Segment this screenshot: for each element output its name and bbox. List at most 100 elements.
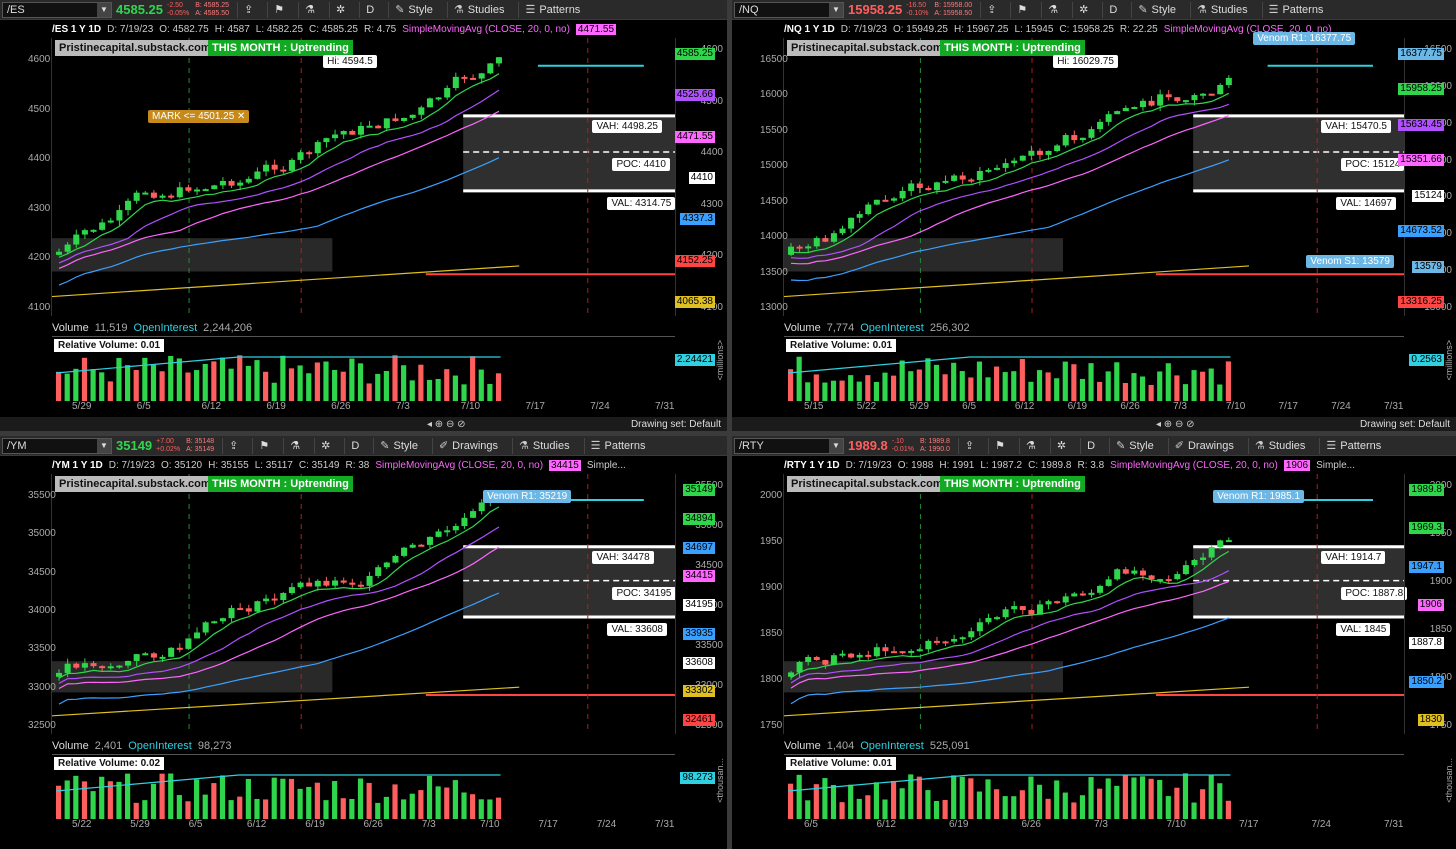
drawing-set-label[interactable]: Drawing set: Default	[1360, 419, 1450, 430]
relative-volume-badge: Relative Volume: 0.01	[786, 757, 897, 770]
period-button[interactable]: D	[1102, 1, 1123, 18]
open-interest-label: OpenInterest	[860, 740, 924, 752]
volume-bar	[340, 798, 346, 819]
volume-header: Volume 11,519 OpenInterest 2,244,206	[52, 320, 258, 336]
volume-bar	[357, 778, 364, 819]
info-high: H: 1991	[939, 459, 975, 471]
change-percent: -0.10%	[906, 9, 929, 17]
studies-button[interactable]: ⚗ Studies	[446, 1, 511, 18]
chevron-down-icon[interactable]: ▼	[97, 438, 111, 453]
patterns-button[interactable]: ☰ Patterns	[583, 437, 652, 454]
period-button[interactable]: D	[1080, 437, 1101, 454]
volume-bar	[959, 371, 965, 401]
flask-icon[interactable]: ⚗	[298, 1, 321, 18]
gear-icon[interactable]: ✲	[329, 1, 351, 18]
share-icon[interactable]: ⇪	[237, 1, 259, 18]
flask-icon[interactable]: ⚗	[283, 437, 306, 454]
volume-chart[interactable]: Relative Volume: 0.02	[52, 754, 675, 822]
bid-value: B: 35148	[186, 437, 215, 445]
flag-icon[interactable]: ⚑	[252, 437, 275, 454]
price-tag: 4410	[688, 172, 715, 184]
style-button[interactable]: ✎ Style	[1131, 1, 1182, 18]
candle-body	[323, 580, 330, 586]
studies-button[interactable]: ⚗ Studies	[1247, 437, 1312, 454]
symbol-selector[interactable]: /YM ▼	[2, 437, 112, 454]
drawing-set-label[interactable]: Drawing set: Default	[631, 419, 721, 430]
gear-icon[interactable]: ✲	[1072, 1, 1094, 18]
price-chart[interactable]: Pristinecapital.substack.com THIS MONTH :…	[51, 474, 688, 734]
candle-body	[332, 134, 339, 139]
chevron-down-icon[interactable]: ▼	[829, 438, 843, 453]
time-axis[interactable]: 5/15 5/22 5/29 6/5 6/12 6/19 6/26 7/3 7/10 7/17 7/…	[784, 401, 1404, 415]
style-button[interactable]: ✎ Style	[1109, 437, 1160, 454]
studies-button[interactable]: ⚗ Studies	[1190, 1, 1254, 18]
info-sma: SimpleMovingAvg (CLOSE, 20, 0, no)	[402, 23, 570, 35]
volume-bar	[968, 778, 974, 819]
volume-chart[interactable]: Relative Volume: 0.01	[784, 754, 1404, 822]
volume-chart[interactable]: Relative Volume: 0.01	[52, 336, 675, 404]
volume-bar	[81, 357, 88, 401]
drawings-button[interactable]: ✐ Drawings	[1167, 437, 1240, 454]
moving-average-line	[58, 506, 500, 679]
patterns-button[interactable]: ☰ Patterns	[1261, 1, 1330, 18]
studies-icon: ⚗	[519, 440, 529, 452]
time-axis[interactable]: 5/29 6/5 6/12 6/19 6/26 7/3 7/10 7/17 7/24 7/31	[52, 401, 675, 415]
gear-icon[interactable]: ✲	[1049, 437, 1072, 454]
volume-bar	[375, 373, 381, 401]
time-axis[interactable]: 5/22 5/29 6/5 6/12 6/19 6/26 7/3 7/10 7/17 7/24 7/…	[52, 819, 675, 833]
price-tag: 4525.66	[674, 89, 715, 102]
price-axis[interactable]: 3550035000345003400033500330003250035149…	[675, 474, 727, 734]
chevron-down-icon[interactable]: ▼	[97, 2, 111, 17]
moving-average-line	[790, 103, 1230, 259]
candle-body	[288, 159, 295, 171]
symbol-text: /ES	[7, 3, 25, 16]
patterns-icon: ☰	[1268, 4, 1279, 16]
symbol-selector[interactable]: /NQ ▼	[734, 1, 844, 18]
time-axis[interactable]: 6/5 6/12 6/19 6/26 7/3 7/10 7/17 7/24 7/31	[784, 819, 1404, 833]
flag-icon[interactable]: ⚑	[267, 1, 290, 18]
price-axis[interactable]: 4600450044004300420041004585.254525.6644…	[674, 38, 727, 316]
flag-icon[interactable]: ⚑	[988, 437, 1011, 454]
volume-chart[interactable]: Relative Volume: 0.01	[784, 336, 1404, 404]
patterns-label: Patterns	[1282, 3, 1324, 16]
date-tick: 6/26	[331, 401, 351, 412]
volume-bar	[1105, 778, 1111, 819]
price-axis[interactable]: 1650016000155001500014500140001350013000…	[1398, 38, 1456, 316]
candle-body	[976, 622, 983, 632]
share-icon[interactable]: ⇪	[980, 1, 1002, 18]
candle-body	[1011, 606, 1018, 610]
left-price-tick: 15000	[760, 160, 788, 172]
style-button[interactable]: ✎ Style	[388, 1, 439, 18]
share-icon[interactable]: ⇪	[957, 437, 980, 454]
volume-label: Volume	[52, 740, 89, 752]
period-button[interactable]: D	[344, 437, 365, 454]
flask-icon[interactable]: ⚗	[1019, 437, 1042, 454]
chevron-down-icon[interactable]: ▼	[829, 2, 843, 17]
symbol-selector[interactable]: /ES ▼	[2, 1, 112, 18]
patterns-button[interactable]: ☰ Patterns	[1319, 437, 1387, 454]
left-price-tick: 34000	[28, 605, 56, 616]
price-axis[interactable]: 2000195019001850180017501989.81969.31947…	[1404, 474, 1456, 734]
style-button[interactable]: ✎ Style	[373, 437, 424, 454]
period-button[interactable]: D	[359, 1, 380, 18]
gear-icon[interactable]: ✲	[314, 437, 336, 454]
flag-icon[interactable]: ⚑	[1010, 1, 1033, 18]
venom-r1-label: Venom R1: 16377.75	[1253, 32, 1356, 45]
drawings-button[interactable]: ✐ Drawings	[431, 437, 504, 454]
scroll-controls[interactable]: ◂ ⊕ ⊖ ⊘	[1156, 419, 1195, 430]
symbol-selector[interactable]: /RTY ▼	[734, 437, 844, 454]
volume-bar	[951, 775, 957, 819]
patterns-button[interactable]: ☰ Patterns	[518, 1, 586, 18]
scroll-controls[interactable]: ◂ ⊕ ⊖ ⊘	[427, 419, 466, 430]
flask-icon[interactable]: ⚗	[1041, 1, 1064, 18]
studies-button[interactable]: ⚗ Studies	[512, 437, 576, 454]
price-chart[interactable]: Pristinecapital.substack.com THIS MONTH :…	[783, 474, 1417, 734]
candle-body	[176, 187, 183, 198]
watermark-url: Pristinecapital.substack.com	[55, 40, 215, 56]
mark-alert-label[interactable]: MARK <= 4501.25 ✕	[148, 110, 250, 124]
candle-body	[237, 608, 244, 611]
price-chart[interactable]: Pristinecapital.substack.com THIS MONTH :…	[783, 32, 1417, 316]
candle-body	[168, 195, 175, 198]
share-icon[interactable]: ⇪	[222, 437, 244, 454]
price-chart[interactable]: Pristinecapital.substack.com THIS MONTH :…	[51, 38, 688, 316]
